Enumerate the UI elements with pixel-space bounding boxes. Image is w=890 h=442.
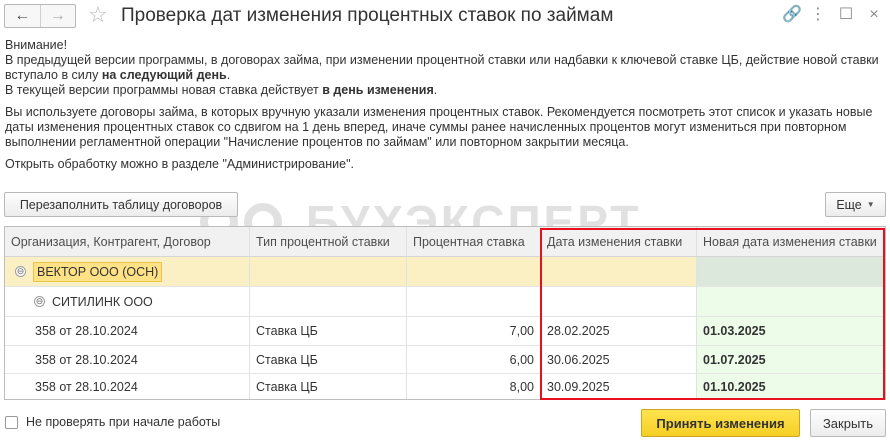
contract-cell: 358 от 28.10.2024 — [5, 374, 250, 399]
counterparty-cell: ⊖ СИТИЛИНК ООО — [5, 287, 250, 317]
collapse-icon[interactable]: ⊖ — [15, 266, 26, 277]
more-vertical-icon[interactable]: ⋮ — [810, 6, 826, 24]
notice-heading: Внимание! — [5, 38, 68, 52]
organization-cell: ⊖ ВЕКТОР ООО (ОСН) — [5, 257, 250, 287]
close-icon[interactable]: × — [866, 6, 882, 24]
chevron-down-icon: ▼ — [866, 200, 875, 209]
change-date-cell: 30.09.2025 — [541, 374, 697, 399]
refill-contracts-button[interactable]: Перезаполнить таблицу договоров — [4, 192, 238, 217]
skip-check-checkbox[interactable] — [5, 416, 18, 429]
notice-p2-bold: в день изменения — [322, 83, 434, 97]
notice-p2-text: В текущей версии программы новая ставка … — [5, 83, 323, 97]
more-button-label: Еще — [836, 197, 862, 212]
change-date-cell: 30.06.2025 — [541, 346, 697, 374]
more-button[interactable]: Еще ▼ — [825, 192, 886, 217]
nav-button-group: ← → — [4, 4, 76, 28]
new-change-date-cell[interactable]: 01.03.2025 — [697, 317, 885, 346]
rate-cell: 7,00 — [407, 317, 541, 346]
notice-p2-end: . — [433, 83, 438, 97]
column-header-rate[interactable]: Процентная ставка — [407, 227, 541, 257]
organization-name: ВЕКТОР ООО (ОСН) — [33, 261, 163, 282]
notice-p1-end: . — [226, 68, 231, 82]
notice-block: Внимание! В предыдущей версии программы,… — [5, 38, 885, 172]
window-title: Проверка дат изменения процентных ставок… — [121, 5, 614, 26]
window-controls: 🔗 ⋮ ☐ × — [782, 6, 882, 24]
column-header-new-change-date[interactable]: Новая дата изменения ставки — [697, 227, 885, 257]
notice-paragraph-2: В текущей версии программы новая ставка … — [5, 83, 885, 98]
new-change-date-cell[interactable]: 01.10.2025 — [697, 374, 885, 399]
rate-type-cell: Ставка ЦБ — [250, 317, 407, 346]
maximize-icon[interactable]: ☐ — [838, 6, 854, 24]
back-button[interactable]: ← — [5, 5, 40, 27]
title-bar: ← → ☆ Проверка дат изменения процентных … — [0, 0, 890, 32]
collapse-icon[interactable]: ⊖ — [34, 296, 45, 307]
column-header-change-date[interactable]: Дата изменения ставки — [541, 227, 697, 257]
table-row[interactable]: 358 от 28.10.2024 Ставка ЦБ 8,00 30.09.2… — [5, 374, 885, 399]
counterparty-name: СИТИЛИНК ООО — [52, 294, 153, 309]
rate-type-cell: Ставка ЦБ — [250, 374, 407, 399]
link-icon[interactable]: 🔗 — [782, 6, 802, 24]
skip-check-label[interactable]: Не проверять при начале работы — [26, 415, 220, 429]
table-row-organization[interactable]: ⊖ ВЕКТОР ООО (ОСН) — [5, 257, 885, 287]
rate-cell: 8,00 — [407, 374, 541, 399]
change-date-cell: 28.02.2025 — [541, 317, 697, 346]
notice-paragraph-3: Вы используете договоры займа, в которых… — [5, 105, 873, 149]
arrow-left-icon: ← — [14, 7, 31, 24]
contract-cell: 358 от 28.10.2024 — [5, 346, 250, 374]
rate-cell: 6,00 — [407, 346, 541, 374]
contracts-table: Организация, Контрагент, Договор Тип про… — [4, 226, 886, 400]
close-button[interactable]: Закрыть — [810, 409, 886, 437]
contract-cell: 358 от 28.10.2024 — [5, 317, 250, 346]
forward-button[interactable]: → — [39, 5, 76, 27]
column-header-rate-type[interactable]: Тип процентной ставки — [250, 227, 407, 257]
notice-p1-bold: на следующий день — [101, 68, 227, 82]
notice-paragraph-1: В предыдущей версии программы, в договор… — [5, 53, 885, 83]
new-change-date-cell[interactable]: 01.07.2025 — [697, 346, 885, 374]
favorite-star-icon[interactable]: ☆ — [88, 3, 108, 27]
table-row[interactable]: 358 от 28.10.2024 Ставка ЦБ 6,00 30.06.2… — [5, 346, 885, 374]
table-row[interactable]: 358 от 28.10.2024 Ставка ЦБ 7,00 28.02.2… — [5, 317, 885, 346]
table-row-counterparty[interactable]: ⊖ СИТИЛИНК ООО — [5, 287, 885, 317]
arrow-right-icon: → — [49, 7, 66, 24]
column-header-contract[interactable]: Организация, Контрагент, Договор — [5, 227, 250, 257]
notice-paragraph-4: Открыть обработку можно в разделе "Админ… — [5, 157, 354, 171]
rate-type-cell: Ставка ЦБ — [250, 346, 407, 374]
table-header: Организация, Контрагент, Договор Тип про… — [5, 227, 885, 257]
accept-changes-button[interactable]: Принять изменения — [641, 409, 800, 437]
